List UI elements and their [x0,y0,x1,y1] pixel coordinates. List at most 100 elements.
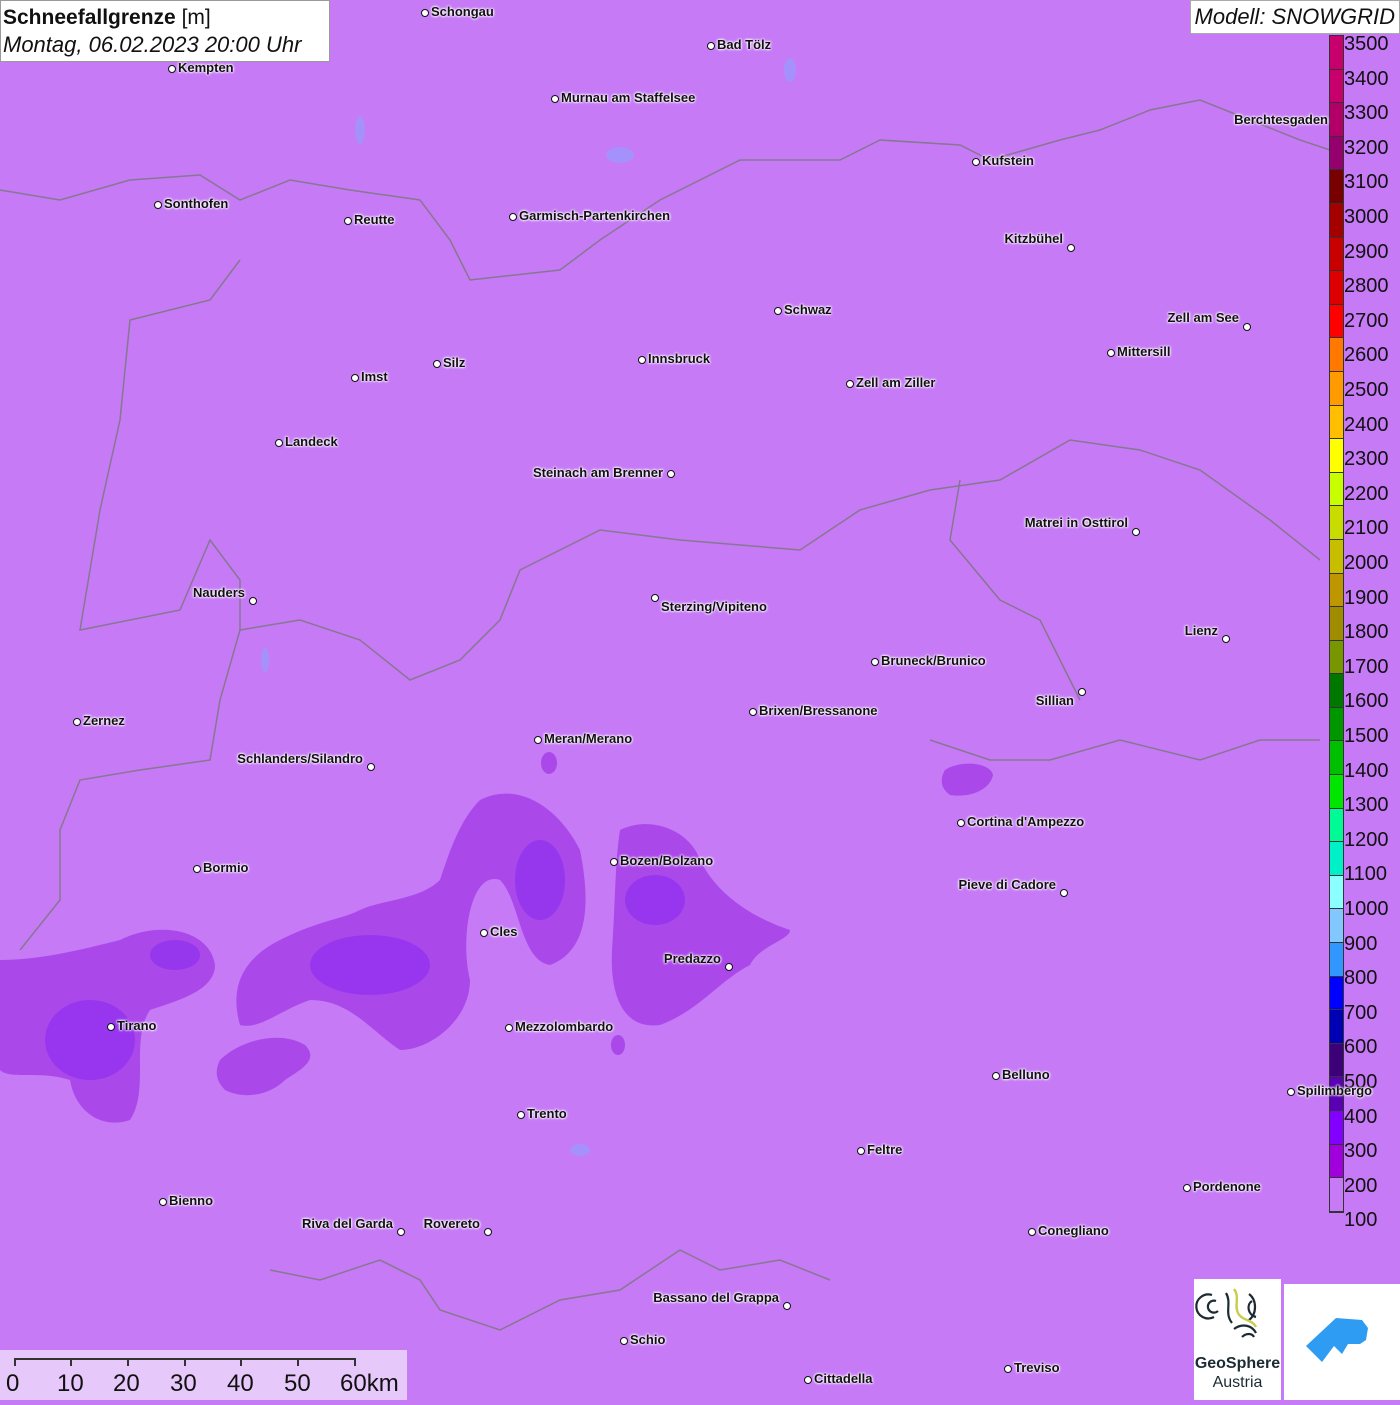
legend-swatch [1330,304,1343,339]
scale-label: 0 [6,1370,20,1397]
city-label: Innsbruck [648,351,711,366]
city-dot-icon [193,865,201,873]
city-dot-icon [857,1147,865,1155]
city-label: Steinach am Brenner [532,465,663,480]
legend-swatch [1330,1178,1343,1212]
city-dot-icon [1028,1228,1036,1236]
geosphere-austria-logo[interactable]: GeoSphere Austria [1194,1279,1281,1400]
legend-label: 1100 [1344,863,1388,886]
legend-label: 3500 [1344,33,1389,55]
valid-datetime: Montag, 06.02.2023 20:00 Uhr [3,32,302,57]
city-label: Schongau [431,4,494,19]
city-dot-icon [783,1302,791,1310]
scale-tick [240,1358,242,1366]
legend-swatch [1330,573,1343,608]
legend-label: 1400 [1344,759,1389,782]
legend-label: 1900 [1344,586,1389,609]
city-label: Bad Tölz [717,37,772,52]
city-label: Trento [527,1106,567,1121]
city-dot-icon [551,95,559,103]
legend-swatch [1330,136,1343,171]
legend-swatch [1330,506,1343,540]
scale-label: 50 [284,1370,311,1397]
logo-text-line1: GeoSphere [1194,1355,1281,1372]
legend-label: 1200 [1344,828,1389,851]
city-label: Bormio [203,860,249,875]
legend-label: 1800 [1344,621,1389,644]
legend-label: 2100 [1344,517,1389,540]
legend-swatch [1330,707,1343,742]
city-label: Belluno [1002,1067,1050,1082]
legend-label: 1300 [1344,794,1389,817]
city-dot-icon [367,763,375,771]
city-dot-icon [1243,323,1251,331]
legend-label: 2600 [1344,344,1389,367]
legend-label: 700 [1344,1001,1378,1024]
city-dot-icon [249,597,257,605]
city-label: Bassano del Grappa [653,1290,779,1305]
city-dot-icon [275,439,283,447]
mountain-snow-icon [1306,1318,1368,1362]
city-dot-icon [707,42,715,50]
legend-swatch [1330,1111,1343,1145]
city-label: Meran/Merano [544,731,633,746]
city-dot-icon [517,1111,525,1119]
legend-swatch [1330,539,1343,574]
legend-swatch [1330,472,1343,507]
city-dot-icon [73,718,81,726]
city-label: Imst [361,369,388,384]
city-label: Sillian [1035,693,1074,708]
legend-swatch [1330,875,1343,910]
city-dot-icon [1078,688,1086,696]
legend-swatch [1330,439,1343,473]
legend-label: 3400 [1344,67,1389,90]
city-label: Lienz [1184,623,1218,638]
city-dot-icon [509,213,517,221]
legend-swatch [1330,842,1343,876]
legend-label: 2700 [1344,309,1389,332]
city-label: Mittersill [1117,344,1171,359]
scale-tick [14,1358,16,1366]
snowgrid-logo[interactable] [1284,1284,1400,1400]
legend-label: 2500 [1344,379,1389,401]
scale-tick [354,1358,356,1366]
city-dot-icon [725,963,733,971]
city-label: Riva del Garda [301,1216,393,1231]
city-dot-icon [749,708,757,716]
city-dot-icon [651,594,659,602]
city-dot-icon [1132,528,1140,536]
legend-swatch [1330,976,1343,1011]
city-label: Pieve di Cadore [958,877,1056,892]
city-label: Zell am See [1167,310,1239,325]
city-label: Berchtesgaden [1234,112,1328,127]
legend-swatch [1330,170,1343,204]
legend-swatch [1330,338,1343,372]
legend-label: 1700 [1344,655,1389,678]
city-label: Landeck [285,434,338,449]
legend-swatch [1330,271,1343,305]
legend-label: 1500 [1344,725,1389,747]
city-label: Cortina d'Ampezzo [967,814,1085,829]
legend-swatch [1330,1043,1343,1078]
legend-swatch [1330,909,1343,944]
legend-swatch [1330,405,1343,440]
city-label: Zell am Ziller [856,375,936,390]
legend-label: 400 [1344,1105,1378,1128]
city-dot-icon [154,201,162,209]
city-label: Mezzolombardo [515,1019,614,1034]
scale-bar: 0 10 20 30 40 50 60km [0,1350,407,1400]
city-dot-icon [667,470,675,478]
city-label: Pordenone [1193,1179,1261,1194]
legend-label: 3000 [1344,206,1389,228]
legend-swatch [1330,1144,1343,1179]
legend-label: 3100 [1344,171,1389,194]
model-label: Modell: SNOWGRID [1189,0,1400,34]
legend-swatch [1330,607,1343,641]
city-label: Zernez [83,713,125,728]
city-label: Sonthofen [164,196,229,211]
city-dot-icon [1067,244,1075,252]
legend-swatch [1330,741,1343,776]
city-dot-icon [774,307,782,315]
city-label: Rovereto [423,1216,480,1231]
city-dot-icon [1107,349,1115,357]
